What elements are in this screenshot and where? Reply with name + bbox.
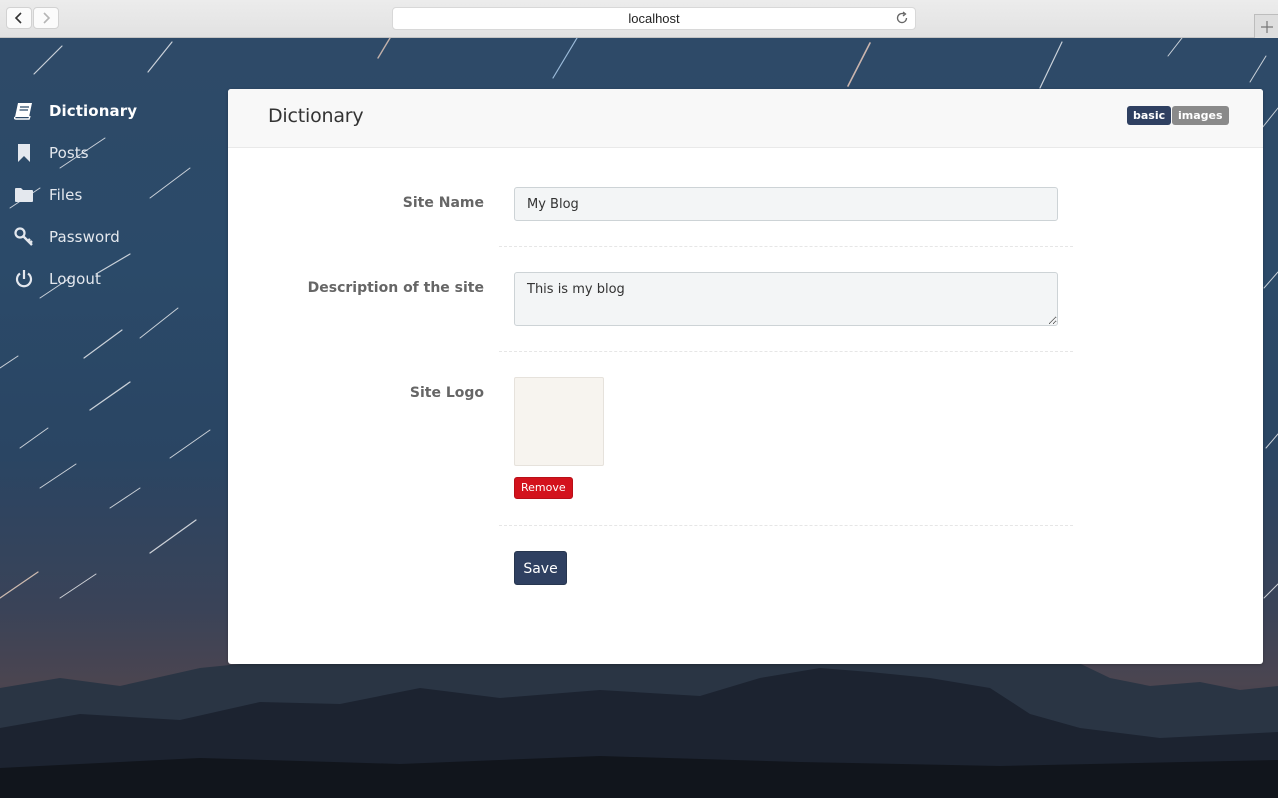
address-bar[interactable]: localhost (392, 7, 916, 30)
site-logo-preview[interactable] (514, 377, 604, 466)
dictionary-panel: Dictionary basic images Site Name Descri… (228, 89, 1263, 664)
key-icon (13, 226, 35, 248)
sidebar-item-label: Files (49, 186, 83, 204)
sidebar-item-posts[interactable]: Posts (0, 132, 200, 174)
book-icon (13, 100, 35, 122)
address-text: localhost (628, 11, 680, 26)
sidebar-item-label: Posts (49, 144, 89, 162)
folder-icon (13, 184, 35, 206)
site-name-input[interactable] (514, 187, 1058, 221)
sidebar-item-logout[interactable]: Logout (0, 258, 200, 300)
sidebar-item-label: Logout (49, 270, 101, 288)
description-label: Description of the site (307, 280, 484, 296)
chevron-left-icon (14, 12, 22, 24)
divider (499, 351, 1073, 352)
new-tab-button[interactable] (1254, 14, 1278, 38)
sidebar-item-files[interactable]: Files (0, 174, 200, 216)
divider (499, 246, 1073, 247)
power-icon (13, 268, 35, 290)
sidebar-item-label: Password (49, 228, 120, 246)
remove-logo-button[interactable]: Remove (514, 477, 573, 499)
sidebar-nav: Dictionary Posts Files Password Logout (0, 90, 200, 300)
tab-images[interactable]: images (1172, 106, 1229, 125)
site-logo-label: Site Logo (409, 385, 484, 401)
description-textarea[interactable]: This is my blog (514, 272, 1058, 326)
sidebar-item-label: Dictionary (49, 102, 138, 120)
tab-basic[interactable]: basic (1127, 106, 1172, 125)
chevron-right-icon (43, 12, 51, 24)
plus-icon (1261, 21, 1273, 33)
save-button[interactable]: Save (514, 551, 567, 585)
forward-button[interactable] (33, 7, 59, 29)
sidebar-item-dictionary[interactable]: Dictionary (0, 90, 200, 132)
back-button[interactable] (6, 7, 32, 29)
browser-toolbar: localhost (0, 0, 1278, 38)
divider (499, 525, 1073, 526)
page-title: Dictionary (268, 105, 364, 127)
panel-header: Dictionary basic images (228, 89, 1263, 148)
sidebar-item-password[interactable]: Password (0, 216, 200, 258)
site-name-label: Site Name (402, 195, 484, 211)
bookmark-icon (13, 142, 35, 164)
reload-icon[interactable] (895, 11, 909, 25)
